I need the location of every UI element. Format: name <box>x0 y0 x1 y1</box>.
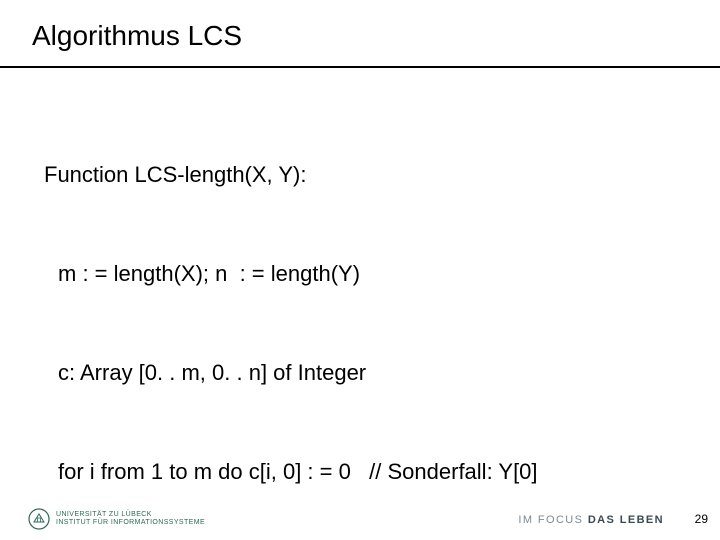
seal-icon <box>28 508 50 530</box>
footer: UNIVERSITÄT ZU LÜBECK INSTITUT FÜR INFOR… <box>0 500 720 540</box>
title-underline <box>0 66 720 68</box>
university-logo: UNIVERSITÄT ZU LÜBECK INSTITUT FÜR INFOR… <box>28 508 205 530</box>
code-line: for i from 1 to m do c[i, 0] : = 0 // So… <box>44 455 552 488</box>
slogan-bold: DAS LEBEN <box>588 514 664 526</box>
slogan: IM FOCUS DAS LEBEN <box>518 514 664 526</box>
code-line: Function LCS-length(X, Y): <box>44 158 552 191</box>
page-number: 29 <box>695 512 708 526</box>
institute-name: INSTITUT FÜR INFORMATIONSSYSTEME <box>56 519 205 527</box>
pseudocode-block: Function LCS-length(X, Y): m : = length(… <box>44 92 552 540</box>
code-line: m : = length(X); n : = length(Y) <box>44 257 552 290</box>
slogan-prefix: IM FOCUS <box>518 514 587 526</box>
slide: Algorithmus LCS Function LCS-length(X, Y… <box>0 0 720 540</box>
code-line: c: Array [0. . m, 0. . n] of Integer <box>44 356 552 389</box>
university-text: UNIVERSITÄT ZU LÜBECK INSTITUT FÜR INFOR… <box>56 511 205 526</box>
uni-name: UNIVERSITÄT ZU LÜBECK <box>56 511 205 519</box>
slide-title: Algorithmus LCS <box>32 20 242 52</box>
